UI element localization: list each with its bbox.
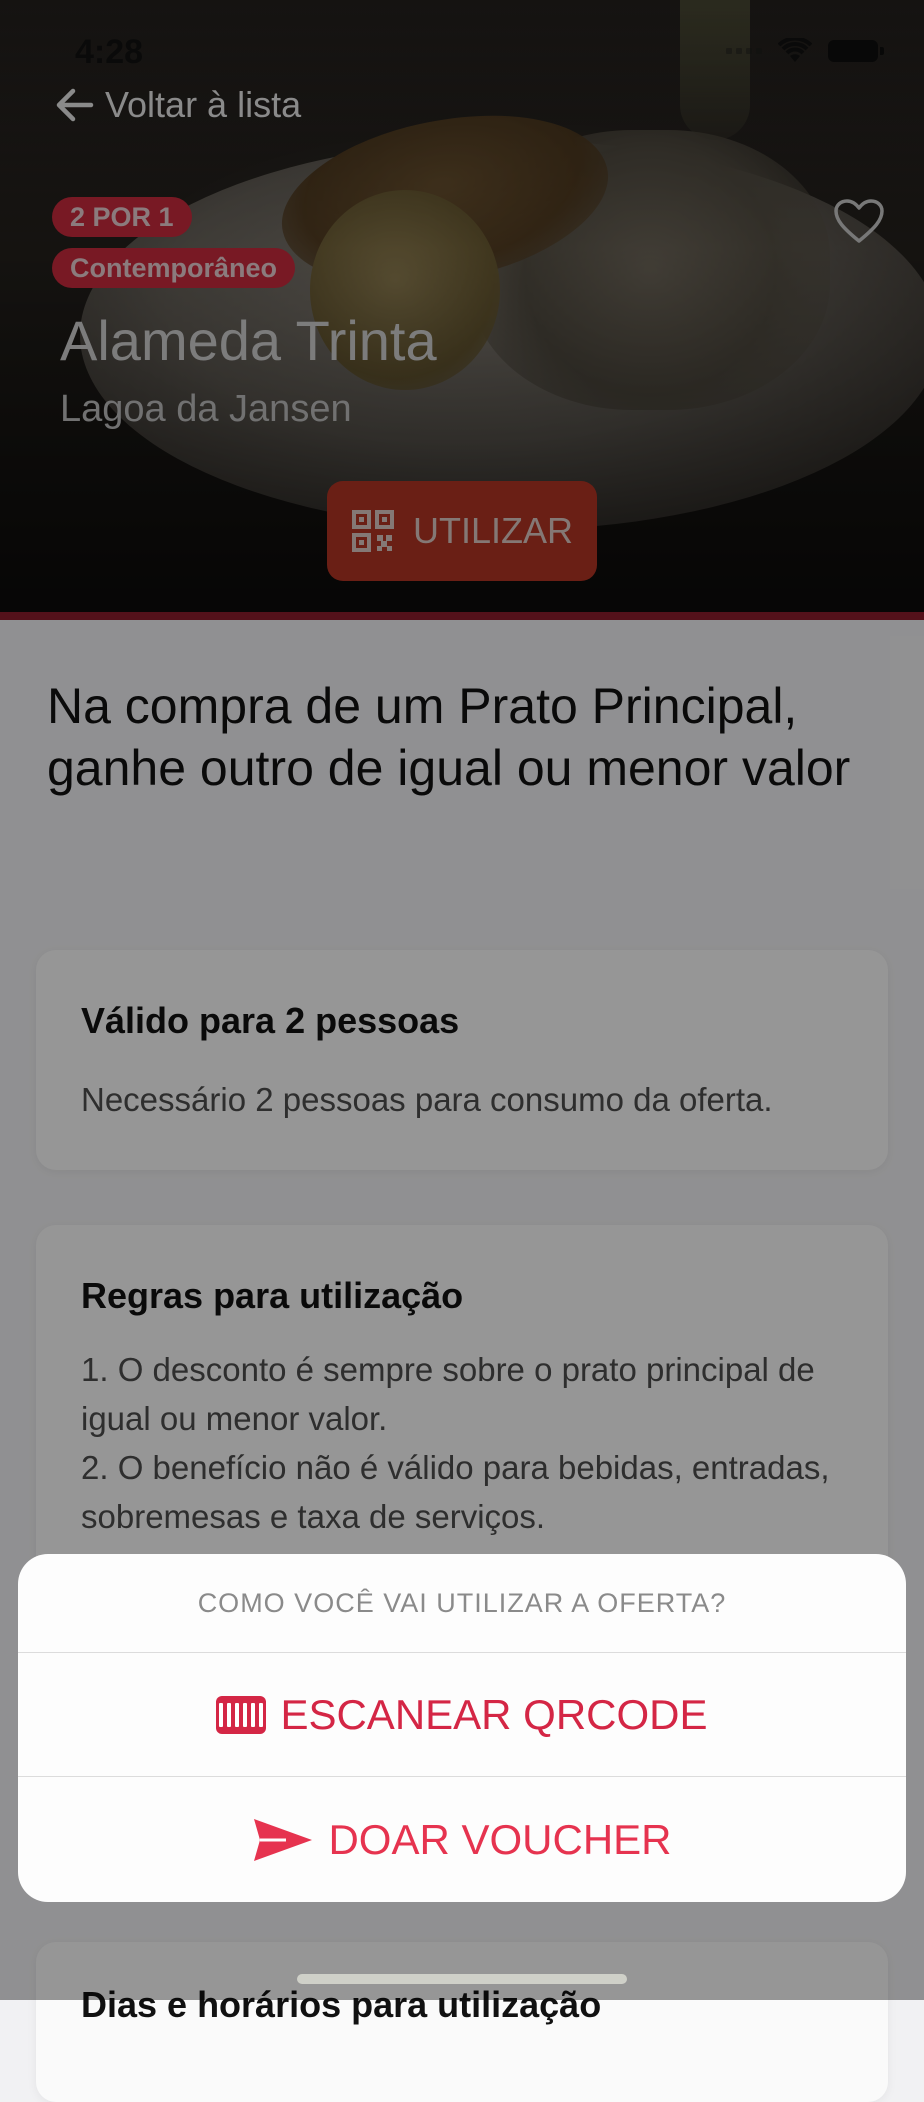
- barcode-icon: [216, 1695, 267, 1734]
- send-icon: [254, 1819, 313, 1861]
- scan-qrcode-label: ESCANEAR QRCODE: [280, 1690, 708, 1738]
- action-sheet: COMO VOCÊ VAI UTILIZAR A OFERTA? ESCANEA…: [18, 1554, 906, 1902]
- donate-voucher-label: DOAR VOUCHER: [328, 1816, 672, 1863]
- donate-voucher-button[interactable]: DOAR VOUCHER: [18, 1778, 906, 1902]
- home-indicator: [297, 1974, 627, 1984]
- scan-qrcode-button[interactable]: ESCANEAR QRCODE: [18, 1653, 906, 1777]
- action-sheet-title: COMO VOCÊ VAI UTILIZAR A OFERTA?: [18, 1554, 906, 1653]
